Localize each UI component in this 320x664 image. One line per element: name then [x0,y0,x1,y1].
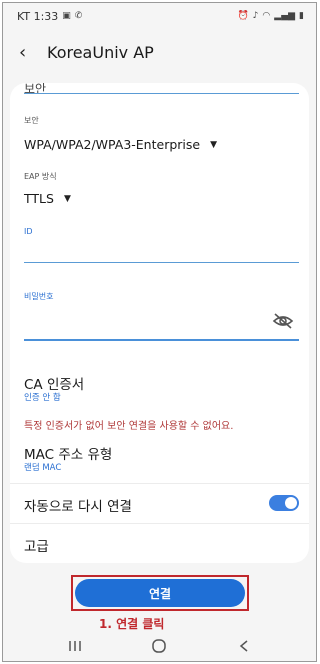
security-warning: 특정 인증서가 없어 보안 연결을 사용할 수 없어요. [24,421,234,432]
mac-title: MAC 주소 유형 [24,447,113,463]
home-icon[interactable] [147,636,171,656]
ca-cert-row[interactable]: CA 인증서 인증 안 함 [10,369,309,405]
mac-type-row[interactable]: MAC 주소 유형 랜덤 MAC [10,439,309,475]
password-underline [24,339,299,341]
status-bar: KT 1:33 ▣ ✆ ⏰ ♪ ◠ ▂▄▆ ▮ [3,3,316,29]
call-icon: ✆ [74,11,83,21]
auto-reconnect-row[interactable]: 자동으로 다시 연결 [10,485,309,521]
app-header: ‹ KoreaUniv AP [3,29,316,75]
security-dropdown[interactable]: WPA/WPA2/WPA3-Enterprise ▼ [24,137,217,152]
gallery-icon: ▣ [62,11,71,21]
mac-value: 랜덤 MAC [24,463,62,473]
divider [10,523,309,524]
eap-value: TTLS [24,191,54,206]
peek-underline [24,93,299,94]
password-input[interactable] [24,305,269,335]
alarm-icon: ⏰ [237,11,249,21]
id-input[interactable] [24,239,299,261]
navigation-bar [3,631,316,661]
dropdown-caret-icon: ▼ [210,139,218,150]
ca-cert-value: 인증 안 함 [24,393,61,403]
divider [10,483,309,484]
dropdown-caret-icon: ▼ [63,193,71,204]
signal-icon: ▂▄▆ [274,11,296,21]
peek-label: 보안 [24,83,47,96]
advanced-title: 고급 [24,539,49,555]
auto-reconnect-title: 자동으로 다시 연결 [24,499,132,515]
phone-screen: KT 1:33 ▣ ✆ ⏰ ♪ ◠ ▂▄▆ ▮ ‹ KoreaUniv AP 보… [2,2,317,662]
connect-button[interactable]: 연결 [75,579,245,607]
advanced-row[interactable]: 고급 [10,525,309,561]
annotation-label: 1. 연결 클릭 [99,617,165,631]
mute-icon: ♪ [252,11,259,21]
carrier-time: KT 1:33 [17,9,59,23]
password-label: 비밀번호 [24,292,54,301]
id-underline [24,262,299,263]
toggle-knob [285,497,297,509]
security-value: WPA/WPA2/WPA3-Enterprise [24,137,201,152]
eye-off-icon[interactable] [272,312,294,330]
ca-cert-title: CA 인증서 [24,377,85,393]
wifi-icon: ◠ [262,11,271,21]
id-label: ID [24,227,33,236]
battery-icon: ▮ [299,11,304,21]
back-arrow-icon[interactable]: ‹ [19,42,41,63]
recent-apps-icon[interactable] [63,636,87,656]
auto-reconnect-toggle[interactable] [269,495,299,511]
network-settings-card: 보안 보안 WPA/WPA2/WPA3-Enterprise ▼ EAP 방식 … [10,83,309,563]
back-icon[interactable] [232,636,256,656]
eap-label: EAP 방식 [24,172,57,181]
security-label: 보안 [24,116,39,125]
eap-dropdown[interactable]: TTLS ▼ [24,191,71,206]
page-title: KoreaUniv AP [47,42,154,62]
